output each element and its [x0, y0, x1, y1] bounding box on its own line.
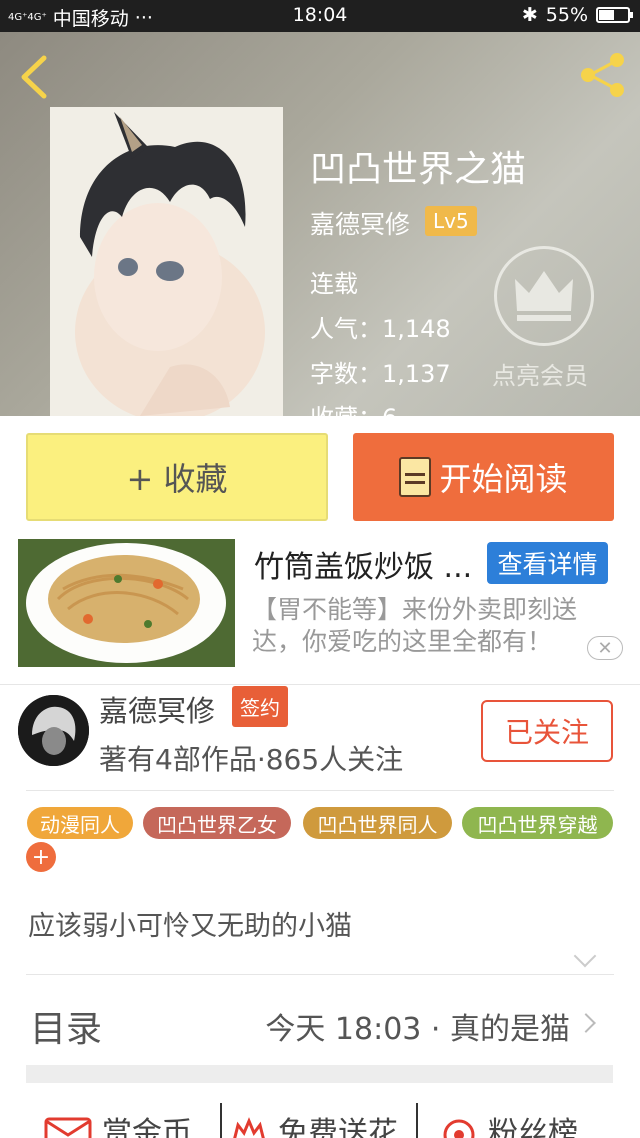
envelope-icon — [44, 1117, 92, 1138]
ad-close-icon[interactable]: ✕ — [587, 636, 623, 660]
ad-description: 【胃不能等】来份外卖即刻送达，你爱吃的这里全都有！ — [252, 595, 578, 656]
free-flowers-button[interactable]: 免费送花 — [230, 1108, 398, 1138]
author-stats: 著有4部作品·865人关注 — [99, 743, 404, 776]
start-reading-button[interactable]: 开始阅读 — [353, 433, 614, 521]
chevron-right-icon[interactable] — [576, 1013, 596, 1033]
ad-title[interactable]: 竹筒盖饭炒饭 ... — [254, 542, 472, 586]
tag-chip[interactable]: 凹凸世界穿越 — [462, 807, 613, 839]
book-popularity: 人气：1,148 — [310, 315, 451, 343]
latest-chapter[interactable]: 今天 18:03 · 真的是猫 — [265, 1004, 570, 1048]
fan-ranking-button[interactable]: 粉丝榜 — [440, 1108, 578, 1138]
status-bar: 4G⁺4G⁺ 中国移动 ··· 18:04 ✱ 55% — [0, 0, 640, 32]
view-details-button[interactable]: 查看详情 — [487, 542, 608, 584]
vip-label[interactable]: 点亮会员 — [492, 356, 588, 391]
fan-ranking-label: 粉丝榜 — [488, 1116, 578, 1138]
add-to-favorites-button[interactable]: + 收藏 — [26, 433, 328, 521]
reward-coins-button[interactable]: 赏金币 — [44, 1108, 192, 1138]
section-separator — [26, 1065, 613, 1083]
book-summary: 应该弱小可怜又无助的小猫 — [28, 911, 352, 942]
bluetooth-icon: ✱ — [521, 4, 538, 26]
divider — [26, 790, 614, 791]
ranking-icon — [443, 1119, 475, 1138]
back-arrow-icon[interactable] — [18, 54, 50, 107]
ad-food-image[interactable] — [18, 539, 235, 667]
expand-chevron-icon[interactable] — [573, 944, 597, 968]
book-favorites-count: 收藏：6 — [310, 398, 397, 416]
signed-badge: 签约 — [232, 686, 288, 727]
vip-crown-icon[interactable] — [494, 246, 594, 346]
start-reading-label: 开始阅读 — [439, 460, 568, 498]
add-tag-button[interactable]: + — [26, 842, 56, 872]
tag-chip[interactable]: 凹凸世界同人 — [303, 807, 452, 839]
tag-chip[interactable]: 凹凸世界乙女 — [143, 807, 291, 839]
share-icon[interactable] — [578, 50, 628, 100]
reward-coins-label: 赏金币 — [102, 1116, 192, 1138]
book-title: 凹凸世界之猫 — [310, 149, 527, 190]
level-badge: Lv5 — [425, 206, 477, 236]
free-flowers-label: 免费送花 — [278, 1116, 398, 1138]
divider — [26, 974, 614, 975]
battery-fill — [599, 10, 615, 20]
book-status: 连载 — [310, 270, 358, 298]
separator — [220, 1103, 222, 1138]
tag-chip[interactable]: 动漫同人 — [27, 807, 133, 839]
battery-icon — [596, 7, 633, 23]
book-cover-image[interactable] — [50, 107, 283, 416]
battery-percent: 55% — [545, 4, 588, 26]
followed-button[interactable]: 已关注 — [481, 700, 613, 762]
flower-icon — [233, 1117, 265, 1138]
author-avatar[interactable] — [18, 695, 89, 766]
divider — [0, 684, 640, 685]
book-icon — [399, 457, 432, 497]
book-word-count: 字数：1,137 — [310, 360, 451, 388]
author-name[interactable]: 嘉德冥修 — [99, 688, 215, 730]
separator — [416, 1103, 418, 1138]
toc-label[interactable]: 目录 — [30, 1000, 102, 1052]
clock: 18:04 — [292, 4, 348, 26]
book-author[interactable]: 嘉德冥修 — [310, 205, 410, 241]
